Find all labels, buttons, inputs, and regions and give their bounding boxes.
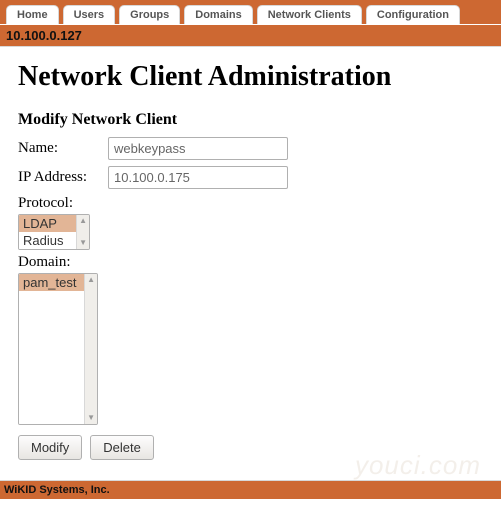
domain-option[interactable]: pam_test [19,274,84,291]
ip-label: IP Address: [18,169,108,186]
tab-users[interactable]: Users [63,5,116,24]
scroll-down-icon[interactable]: ▼ [77,237,89,249]
delete-button[interactable]: Delete [90,435,154,460]
tab-domains[interactable]: Domains [184,5,252,24]
modify-button[interactable]: Modify [18,435,82,460]
domain-label: Domain: [18,254,483,271]
protocol-option[interactable]: Radius [19,232,76,249]
footer-company: WiKID Systems, Inc. [0,480,501,500]
protocol-select[interactable]: LDAP Radius [19,215,76,249]
scroll-up-icon[interactable]: ▲ [77,215,89,227]
scroll-down-icon[interactable]: ▼ [85,412,97,424]
scroll-up-icon[interactable]: ▲ [85,274,97,286]
protocol-label: Protocol: [18,195,483,212]
scrollbar[interactable]: ▲ ▼ [76,215,89,249]
tab-configuration[interactable]: Configuration [366,5,460,24]
tab-groups[interactable]: Groups [119,5,180,24]
ip-bar: 10.100.0.127 [0,24,501,47]
copyright [0,500,501,523]
tab-network-clients[interactable]: Network Clients [257,5,362,24]
domain-select[interactable]: pam_test [19,274,84,424]
scrollbar[interactable]: ▲ ▼ [84,274,97,424]
ip-input[interactable] [108,166,288,189]
tab-home[interactable]: Home [6,5,59,24]
name-input[interactable] [108,137,288,160]
page-title: Network Client Administration [18,61,483,93]
navbar: Home Users Groups Domains Network Client… [0,0,501,24]
name-label: Name: [18,140,108,157]
page-subtitle: Modify Network Client [18,111,483,129]
protocol-option[interactable]: LDAP [19,215,76,232]
